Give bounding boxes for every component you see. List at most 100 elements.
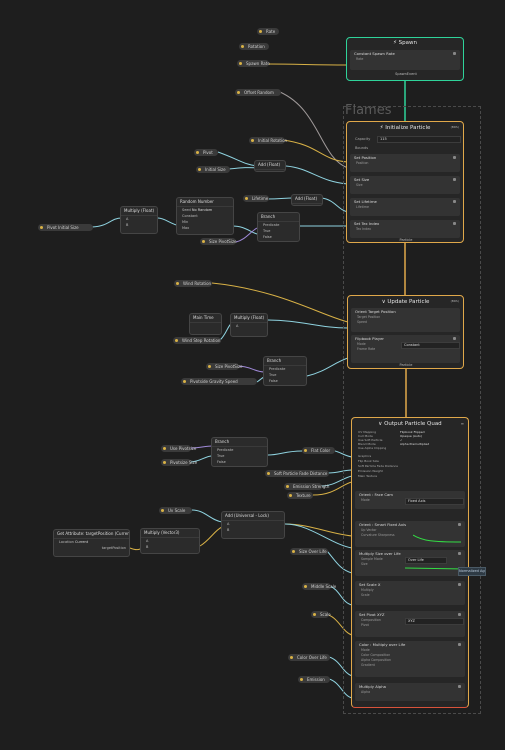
node-title: Multiply (Float): [231, 314, 267, 323]
checkbox-icon[interactable]: [458, 583, 461, 586]
property-wind-rotation[interactable]: Wind Rotation: [174, 280, 212, 287]
output-context[interactable]: ∨ Output Particle Quad ≡ UV Mapping Flipb…: [351, 417, 486, 708]
set-lifetime-block[interactable]: Set Lifetime Lifetime: [350, 198, 460, 216]
orient-smart-fixed-block[interactable]: Orient : Smart Fixed Axis Up Vector Curv…: [355, 521, 465, 547]
checkbox-icon[interactable]: [453, 178, 456, 181]
set-pivot-block[interactable]: Set Pivot XYZ Composition Pivot XYZ: [355, 611, 465, 637]
update-context[interactable]: ∨ Update Particle (BRS) Orient Target Po…: [347, 295, 464, 369]
checkbox-icon[interactable]: [453, 222, 456, 225]
checkbox-icon[interactable]: [453, 200, 456, 203]
node-title: Branch: [212, 438, 267, 447]
checkbox-icon[interactable]: [458, 552, 461, 555]
branch-node-2[interactable]: Branch Predicate True False: [263, 356, 307, 386]
get-attribute-node[interactable]: Get Attribute: targetPosition (Current) …: [53, 529, 130, 557]
checkbox-icon[interactable]: [458, 643, 461, 646]
branch-node-3[interactable]: Branch Predicate True False: [211, 437, 268, 467]
property-color-over-life[interactable]: Color Over Life: [288, 654, 330, 661]
curve-preview[interactable]: [413, 533, 461, 543]
checkbox-icon[interactable]: [458, 613, 461, 616]
property-dot-icon: [163, 447, 166, 450]
property-dot-icon: [196, 151, 199, 154]
node-title: Add (Universal - Lock): [222, 512, 284, 521]
branch-node[interactable]: Branch Predicate True False: [257, 212, 300, 242]
node-row-target-position: targetPosition: [101, 546, 126, 550]
node-title: Multiply (Vector3): [141, 529, 199, 538]
property-soft-particle-fade[interactable]: Soft Particle Fade Distance: [265, 470, 329, 477]
property-offset-random[interactable]: Offset Random: [235, 89, 281, 96]
main-time-node[interactable]: Main Time: [189, 313, 222, 335]
property-size-pivotsize-2[interactable]: Size PivotSize: [206, 363, 243, 370]
property-lifetime[interactable]: Lifetime: [243, 195, 269, 202]
add-float-node[interactable]: Add (Float): [254, 160, 286, 172]
property-uv-scale[interactable]: Uv Scale: [159, 507, 192, 514]
property-size-over-life[interactable]: Size Over Life: [290, 548, 328, 555]
property-gravity-speed[interactable]: Pivotside Gravity Speed: [181, 378, 257, 385]
random-number-node[interactable]: Random Number Seed No Random Constant Mi…: [176, 197, 234, 235]
property-initial-rotation[interactable]: Initial Rotation: [249, 137, 287, 144]
spawn-context[interactable]: ⚡ Spawn Constant Spawn Rate Rate SpawnEv…: [346, 37, 464, 81]
mode-dropdown[interactable]: Constant: [401, 342, 460, 349]
add-float-node-2[interactable]: Add (Float): [291, 194, 323, 206]
set-tex-index-block[interactable]: Set Tex Index Tex Index: [350, 220, 460, 238]
flipbook-player-block[interactable]: Flipbook Player Mode Frame Rate Constant: [351, 335, 460, 363]
size-curve-preview[interactable]: [405, 563, 465, 573]
property-dot-icon: [239, 62, 242, 65]
multiply-float-node-2[interactable]: Multiply (Float) A: [230, 313, 268, 337]
property-spawn-rate[interactable]: Spawn Rate: [237, 60, 270, 67]
property-pivotsize-size[interactable]: Pivotsize Size: [161, 459, 197, 466]
property-pivot[interactable]: Pivot: [194, 149, 218, 156]
node-title: Add (Float): [292, 195, 322, 204]
node-port: Max: [182, 226, 190, 230]
property-pivot-initial-size[interactable]: Pivot Initial Size: [38, 224, 93, 231]
data-edge: [306, 357, 349, 377]
set-size-block[interactable]: Set Size Size: [350, 176, 460, 194]
property-dot-icon: [163, 461, 166, 464]
property-dot-icon: [267, 472, 270, 475]
orient-face-cam-block[interactable]: Orient : Face Cam Mode Fixed Axis: [355, 491, 465, 509]
checkbox-icon[interactable]: [453, 337, 456, 340]
property-rate[interactable]: Rate: [257, 28, 279, 35]
orient-target-block[interactable]: Orient Target Position Target Position S…: [351, 308, 460, 332]
checkbox-icon[interactable]: [458, 523, 461, 526]
property-emission[interactable]: Emission: [298, 676, 330, 683]
flow-out-label: SpawnEvent: [395, 72, 417, 76]
add-universal-node[interactable]: Add (Universal - Lock) A B: [221, 511, 285, 539]
data-edge: [129, 547, 141, 551]
property-flat-color[interactable]: Flat Color: [302, 447, 335, 454]
checkbox-icon[interactable]: [453, 156, 456, 159]
node-title: Multiply (Float): [121, 207, 157, 216]
initialize-context[interactable]: ⚡ Initialize Particle (BRS) Capacity 115…: [346, 121, 464, 243]
data-edge: [91, 217, 123, 228]
composition-dropdown[interactable]: XYZ: [405, 618, 464, 625]
multiply-vector-node[interactable]: Multiply (Vector3) A B: [140, 528, 200, 554]
menu-icon[interactable]: ≡: [461, 421, 464, 426]
property-middle-scale[interactable]: Middle Scale: [302, 583, 336, 590]
multiply-size-over-life-block[interactable]: Multiply Size over Life Sample Mode Size…: [355, 550, 465, 576]
data-edge: [191, 509, 223, 523]
property-dot-icon: [304, 449, 307, 452]
output-settings: UV Mapping Flipbook Flipped Cull Mode Opaq…: [358, 430, 464, 450]
multiply-float-node[interactable]: Multiply (Float) A B: [120, 206, 158, 234]
property-size-pivotsize[interactable]: Size PivotSize: [200, 238, 237, 245]
checkbox-icon[interactable]: [458, 685, 461, 688]
property-texture[interactable]: Texture: [287, 492, 313, 499]
set-scale-x-block[interactable]: Set Scale X Multiply Scale: [355, 581, 465, 605]
data-edge: [267, 319, 349, 329]
color-over-life-block[interactable]: Color : Multiply over Life Mode Color Co…: [355, 641, 465, 677]
property-initial-size[interactable]: Initial Size: [196, 166, 230, 173]
property-dot-icon: [245, 197, 248, 200]
multiply-alpha-block[interactable]: Multiply Alpha Alpha: [355, 683, 465, 701]
checkbox-icon[interactable]: [453, 52, 456, 55]
property-use-pivotsize[interactable]: Use Pivotsize: [161, 445, 196, 452]
spawn-rate-block[interactable]: Constant Spawn Rate Rate: [350, 50, 460, 70]
orient-mode-dropdown[interactable]: Fixed Axis: [405, 498, 464, 505]
property-emission-strength[interactable]: Emission Strength: [284, 483, 329, 490]
property-dot-icon: [176, 282, 179, 285]
property-scale[interactable]: Scale: [311, 611, 331, 618]
property-dot-icon: [304, 585, 307, 588]
property-dot-icon: [40, 226, 43, 229]
set-position-block[interactable]: Set Position Position: [350, 154, 460, 172]
capacity-field[interactable]: 115: [377, 136, 461, 143]
property-rotation[interactable]: Rotation: [239, 43, 269, 50]
property-wind-step-rotation[interactable]: Wind Step Rotation: [173, 337, 221, 344]
